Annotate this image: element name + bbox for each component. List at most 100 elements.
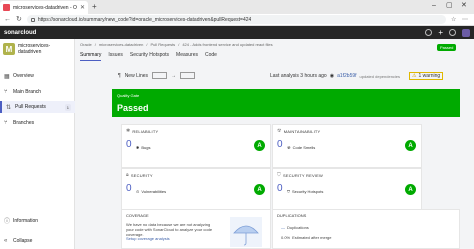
close-tab-icon[interactable]: ✕	[80, 5, 85, 11]
tab-measures[interactable]: Measures	[176, 52, 198, 61]
address-bar: ← ↻ https://sonarcloud.io/summary/new_co…	[0, 14, 474, 26]
warning-badge[interactable]: ⚠ 1 warning	[409, 72, 444, 80]
search-icon[interactable]	[425, 29, 433, 36]
arrow-icon: →	[170, 72, 176, 79]
card-title: ☢ MAINTAINABILITY	[277, 128, 320, 134]
project-avatar: M	[3, 43, 15, 55]
security-hotspots-label: ⛉ Security Hotspots	[287, 189, 323, 194]
quality-gate-banner: Quality Gate Passed	[112, 89, 460, 117]
security-review-grade: A	[405, 184, 416, 195]
avatar[interactable]	[462, 28, 470, 37]
duplications-row: — Duplications	[281, 225, 309, 230]
sidebar-item-information[interactable]: ⓘ Information	[4, 216, 38, 226]
tab-code[interactable]: Code	[205, 52, 217, 61]
overview-icon: ▦	[4, 73, 10, 80]
card-title-text: RELIABILITY	[132, 128, 159, 134]
breadcrumb: Oracle / microservices-datadriven / Pull…	[80, 42, 273, 47]
branches-icon: ⑂	[4, 120, 8, 126]
umbrella-illustration-icon	[230, 217, 262, 247]
vulnerabilities-count[interactable]: 0	[126, 183, 132, 194]
project-tabs: Summary Issues Security Hotspots Measure…	[76, 52, 217, 61]
window-close-icon[interactable]: ✕	[461, 1, 467, 11]
bug-icon: ✱	[126, 128, 131, 134]
bugs-label-text: Bugs	[141, 145, 151, 150]
sidebar-item-label: Main Branch	[13, 89, 42, 95]
card-title: ✱ RELIABILITY	[126, 128, 158, 134]
sidebar-item-main-branch[interactable]: ⑂ Main Branch	[0, 86, 75, 98]
maintainability-icon: ☢	[277, 128, 282, 134]
sidebar-item-overview[interactable]: ▦ Overview	[0, 70, 75, 82]
collapse-button[interactable]: « Collapse	[4, 238, 32, 244]
sidebar-item-pull-requests[interactable]: ⇅ Pull Requests 1	[0, 101, 75, 113]
browser-tab[interactable]: microservices-datadriven - Overv... ✕	[0, 1, 88, 14]
quality-gate-status: Passed	[117, 103, 149, 113]
breadcrumb-pull-requests[interactable]: Pull Requests	[151, 42, 176, 47]
card-title-text: SECURITY	[130, 172, 153, 178]
reload-icon[interactable]: ↻	[16, 16, 22, 23]
bugs-label: ✱ Bugs	[136, 145, 150, 150]
warning-icon: ⚠	[412, 73, 417, 79]
security-hotspots-count[interactable]: 0	[277, 183, 283, 194]
coverage-text: We have no data because we are not analy…	[126, 222, 213, 237]
shield-icon: ⛉	[277, 172, 281, 178]
browser-tab-title: microservices-datadriven - Overv...	[13, 4, 77, 11]
card-title-text: SECURITY REVIEW	[282, 172, 323, 178]
commit-hash[interactable]: a1f2b59f	[337, 73, 356, 79]
warning-text: 1 warning	[418, 73, 441, 79]
maintainability-card: ☢ MAINTAINABILITY 0 ☢ Code Smells A	[272, 124, 422, 168]
app-header: sonarcloud +	[0, 26, 474, 39]
project-header[interactable]: M microservices-datadriven	[3, 43, 73, 55]
duplications-title: DUPLICATIONS	[277, 213, 307, 218]
url-text: https://sonarcloud.io/summary/new_code?i…	[37, 16, 252, 23]
code-smells-count[interactable]: 0	[277, 139, 283, 150]
tab-summary[interactable]: Summary	[80, 52, 102, 61]
maintainability-grade: A	[405, 140, 416, 151]
target-branch-filter[interactable]	[179, 72, 195, 79]
breadcrumb-project[interactable]: microservices-datadriven	[99, 42, 143, 47]
url-field[interactable]: https://sonarcloud.io/summary/new_code?i…	[26, 15, 446, 24]
security-grade: A	[254, 184, 265, 195]
minimize-icon[interactable]: –	[432, 1, 436, 11]
duplications-label: Duplications	[287, 225, 309, 230]
pull-request-count-badge: 1	[64, 103, 71, 111]
card-title: ⛉ SECURITY REVIEW	[277, 172, 323, 178]
new-code-stats: ¶ New Lines →	[118, 72, 195, 79]
reliability-grade: A	[254, 140, 265, 151]
commit-message: updated dependencies	[359, 73, 401, 79]
lock-icon: 🔒︎	[126, 172, 129, 178]
tab-issues[interactable]: Issues	[108, 52, 122, 61]
security-hotspots-label-text: Security Hotspots	[292, 189, 324, 194]
browser-tab-bar: microservices-datadriven - Overv... ✕ + …	[0, 0, 474, 14]
browser-tools-icon[interactable]: ☆ ⋯	[451, 16, 470, 23]
maximize-icon[interactable]: ▢	[446, 1, 453, 11]
reliability-card: ✱ RELIABILITY 0 ✱ Bugs A	[121, 124, 271, 168]
tab-security-hotspots[interactable]: Security Hotspots	[130, 52, 169, 61]
breadcrumb-org[interactable]: Oracle	[80, 42, 92, 47]
last-analysis: Last analysis 3 hours ago ◉ a1f2b59f upd…	[270, 72, 444, 80]
duplications-value[interactable]: —	[281, 225, 285, 230]
security-review-card: ⛉ SECURITY REVIEW 0 ⛉ Security Hotspots A	[272, 168, 422, 212]
help-icon[interactable]	[449, 29, 456, 36]
sonarcloud-logo[interactable]: sonarcloud	[4, 30, 36, 36]
code-smells-label-text: Code Smells	[292, 145, 316, 150]
collapse-icon: «	[4, 238, 8, 244]
setup-coverage-link[interactable]: Setup coverage analysis	[126, 236, 170, 241]
card-title: 🔒︎ SECURITY	[126, 172, 153, 178]
pull-request-icon: ⇅	[6, 104, 12, 111]
sidebar-item-label: Overview	[13, 73, 34, 79]
sidebar-item-label: Pull Requests	[15, 104, 46, 110]
sidebar-item-branches[interactable]: ⑂ Branches	[0, 117, 75, 129]
new-tab-icon[interactable]: +	[92, 2, 97, 12]
quality-gate-label: Quality Gate	[117, 93, 140, 98]
back-icon[interactable]: ←	[4, 16, 11, 23]
new-code-filter[interactable]	[152, 72, 167, 79]
estimated-duplications-row: 0.0% Estimated after merge	[281, 235, 331, 240]
duplications-card: DUPLICATIONS — Duplications 0.0% Estimat…	[272, 209, 460, 249]
vulnerability-icon: ⊙	[136, 189, 140, 194]
breadcrumb-separator: /	[94, 42, 96, 47]
add-icon[interactable]: +	[438, 28, 443, 37]
pr-title: 424 - Adds frontend service and updated …	[182, 42, 273, 47]
coverage-title: COVERAGE	[126, 213, 149, 218]
bug-small-icon: ✱	[136, 145, 140, 150]
bugs-count[interactable]: 0	[126, 139, 132, 150]
